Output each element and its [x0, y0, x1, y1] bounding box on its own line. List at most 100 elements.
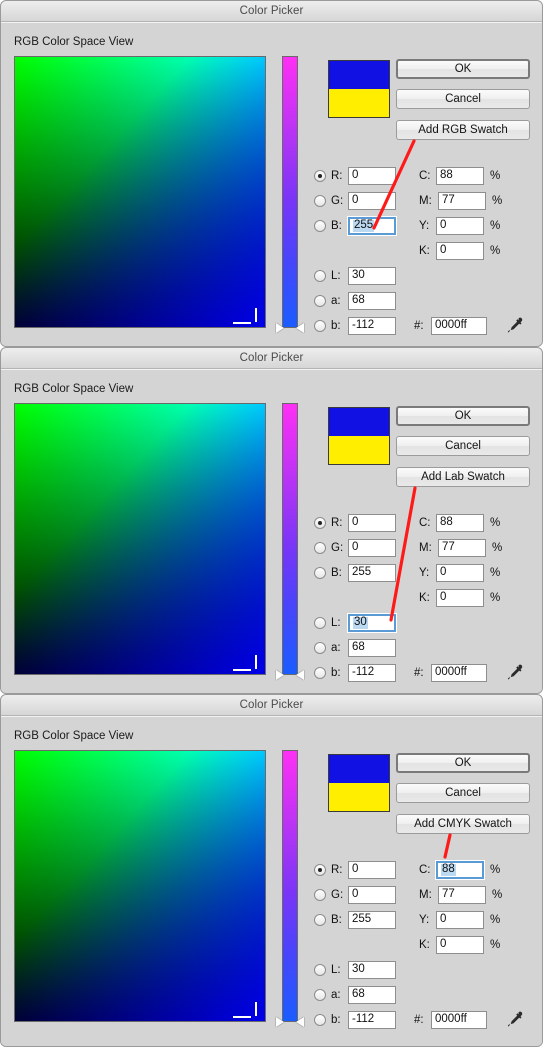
hue-slider-thumb-right[interactable]	[296, 670, 304, 680]
radio-lab-b[interactable]	[314, 320, 326, 332]
color-preview-swatch[interactable]	[328, 60, 390, 118]
radio-lab-b[interactable]	[314, 667, 326, 679]
swatch-new-color[interactable]	[329, 408, 389, 436]
input-c[interactable]: 88	[435, 860, 485, 880]
radio-b[interactable]	[314, 567, 326, 579]
hue-slider[interactable]	[276, 750, 304, 1027]
color-plane[interactable]	[14, 750, 266, 1022]
hue-slider-thumb-left[interactable]	[276, 323, 284, 333]
swatch-current-color[interactable]	[329, 783, 389, 811]
input-hex[interactable]: 0000ff	[431, 1011, 487, 1029]
radio-g[interactable]	[314, 889, 326, 901]
hue-slider[interactable]	[276, 56, 304, 333]
radio-a[interactable]	[314, 295, 326, 307]
ok-button[interactable]: OK	[396, 59, 530, 79]
color-preview-swatch[interactable]	[328, 754, 390, 812]
swatch-current-color[interactable]	[329, 89, 389, 117]
input-l[interactable]: 30	[347, 613, 397, 633]
add-swatch-button[interactable]: Add RGB Swatch	[396, 120, 530, 140]
input-y[interactable]: 0	[436, 911, 484, 929]
radio-a[interactable]	[314, 642, 326, 654]
input-lab-b[interactable]: -112	[348, 1011, 396, 1029]
hue-slider-thumb-left[interactable]	[276, 670, 284, 680]
input-m[interactable]: 77	[438, 539, 486, 557]
titlebar[interactable]: Color Picker	[1, 1, 542, 22]
input-g[interactable]: 0	[348, 192, 396, 210]
input-r[interactable]: 0	[348, 167, 396, 185]
input-b[interactable]: 255	[347, 216, 397, 236]
color-plane-marker-horizontal	[233, 669, 251, 671]
radio-l[interactable]	[314, 964, 326, 976]
input-b[interactable]: 255	[348, 911, 396, 929]
eyedropper-icon[interactable]	[506, 663, 524, 681]
dialog-body: RGB Color Space View OK Cancel Add CMYK …	[1, 716, 542, 1046]
input-y[interactable]: 0	[436, 217, 484, 235]
input-hex[interactable]: 0000ff	[431, 317, 487, 335]
swatch-current-color[interactable]	[329, 436, 389, 464]
radio-rgb[interactable]	[314, 170, 326, 182]
hue-slider-thumb-right[interactable]	[296, 1017, 304, 1027]
input-a[interactable]: 68	[348, 986, 396, 1004]
input-l[interactable]: 30	[348, 267, 396, 285]
add-swatch-button[interactable]: Add CMYK Swatch	[396, 814, 530, 834]
input-r[interactable]: 0	[348, 861, 396, 879]
swatch-new-color[interactable]	[329, 755, 389, 783]
titlebar[interactable]: Color Picker	[1, 348, 542, 369]
radio-a[interactable]	[314, 989, 326, 1001]
input-g[interactable]: 0	[348, 539, 396, 557]
hue-slider-thumb-left[interactable]	[276, 1017, 284, 1027]
input-c[interactable]: 88	[436, 514, 484, 532]
radio-rgb[interactable]	[314, 517, 326, 529]
radio-lab-b[interactable]	[314, 1014, 326, 1026]
input-k[interactable]: 0	[436, 936, 484, 954]
input-k[interactable]: 0	[436, 242, 484, 260]
hue-slider-track[interactable]	[282, 403, 298, 675]
label-b: B:	[331, 914, 342, 926]
hue-slider-track[interactable]	[282, 56, 298, 328]
cancel-button[interactable]: Cancel	[396, 783, 530, 803]
input-y[interactable]: 0	[436, 564, 484, 582]
eyedropper-icon[interactable]	[506, 316, 524, 334]
input-g[interactable]: 0	[348, 886, 396, 904]
label-hex: #:	[414, 320, 424, 332]
radio-l[interactable]	[314, 270, 326, 282]
color-plane[interactable]	[14, 56, 266, 328]
input-lab-b[interactable]: -112	[348, 664, 396, 682]
input-l[interactable]: 30	[348, 961, 396, 979]
radio-l[interactable]	[314, 617, 326, 629]
field-row-y: Y: 0 %	[419, 911, 500, 929]
color-plane-blue-gradient	[15, 751, 265, 1021]
titlebar[interactable]: Color Picker	[1, 695, 542, 716]
input-lab-b[interactable]: -112	[348, 317, 396, 335]
ok-button[interactable]: OK	[396, 753, 530, 773]
input-m[interactable]: 77	[438, 886, 486, 904]
input-c[interactable]: 88	[436, 167, 484, 185]
input-a[interactable]: 68	[348, 292, 396, 310]
cancel-button[interactable]: Cancel	[396, 89, 530, 109]
field-row-m: M: 77 %	[419, 192, 502, 210]
color-plane-marker-vertical	[255, 308, 257, 322]
ok-button[interactable]: OK	[396, 406, 530, 426]
radio-rgb[interactable]	[314, 864, 326, 876]
cancel-button[interactable]: Cancel	[396, 436, 530, 456]
radio-g[interactable]	[314, 542, 326, 554]
label-hex: #:	[414, 667, 424, 679]
input-a[interactable]: 68	[348, 639, 396, 657]
radio-b[interactable]	[314, 914, 326, 926]
hue-slider-thumb-right[interactable]	[296, 323, 304, 333]
input-k[interactable]: 0	[436, 589, 484, 607]
label-lab-b: b:	[331, 320, 341, 332]
swatch-new-color[interactable]	[329, 61, 389, 89]
hue-slider-track[interactable]	[282, 750, 298, 1022]
input-hex[interactable]: 0000ff	[431, 664, 487, 682]
color-preview-swatch[interactable]	[328, 407, 390, 465]
color-plane[interactable]	[14, 403, 266, 675]
input-b[interactable]: 255	[348, 564, 396, 582]
input-r[interactable]: 0	[348, 514, 396, 532]
add-swatch-button[interactable]: Add Lab Swatch	[396, 467, 530, 487]
hue-slider[interactable]	[276, 403, 304, 680]
radio-g[interactable]	[314, 195, 326, 207]
input-m[interactable]: 77	[438, 192, 486, 210]
radio-b[interactable]	[314, 220, 326, 232]
eyedropper-icon[interactable]	[506, 1010, 524, 1028]
